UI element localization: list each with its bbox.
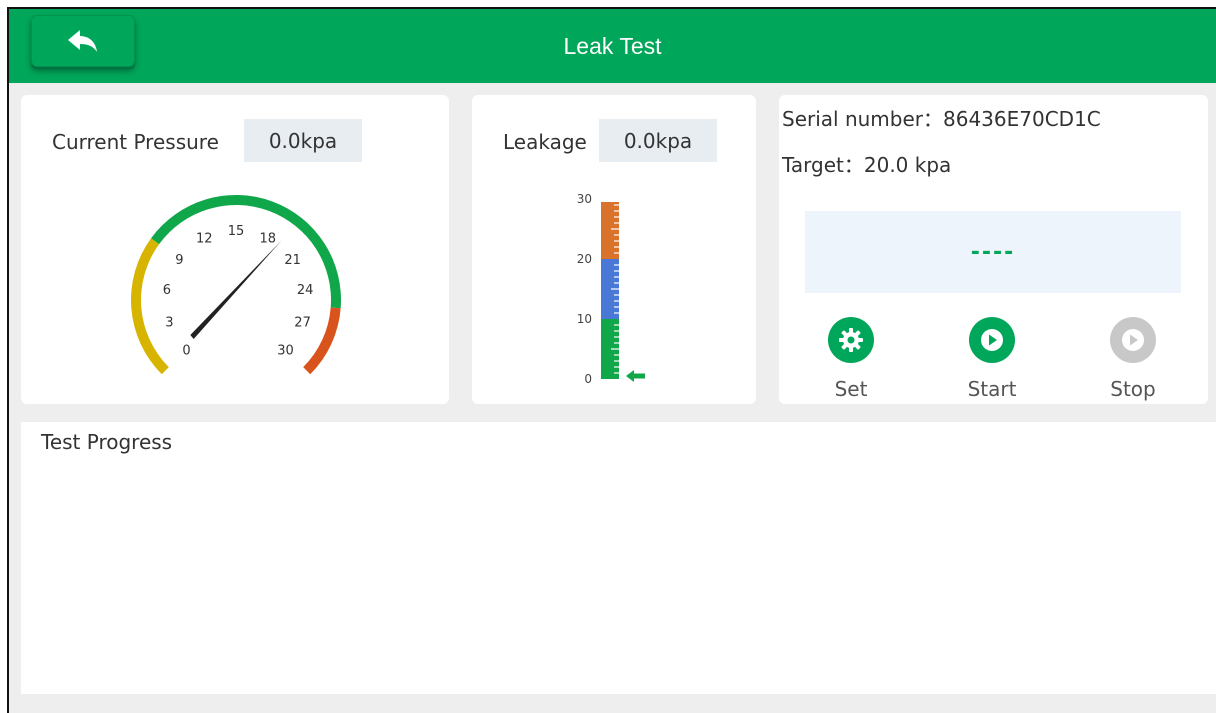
gauge-tick (295, 359, 304, 368)
gauge-tick-label: 9 (175, 253, 183, 268)
gauge-tick (180, 223, 184, 228)
gauge-tick (148, 263, 154, 267)
stop-play-icon (1110, 317, 1156, 363)
pressure-card: Current Pressure 0.0kpa 0 3 6 9 12 15 18 21 24 27… (21, 95, 449, 404)
gauge-tick (146, 325, 155, 331)
gauge-tick (151, 256, 157, 260)
gauge-tick (312, 346, 317, 350)
gauge-tick (148, 333, 154, 337)
gauge-tick (315, 256, 321, 260)
gauge-tick (146, 270, 151, 273)
gauge-tick (317, 325, 326, 331)
gauge-tick-label: 3 (165, 316, 173, 331)
gauge-tick (303, 238, 308, 243)
leak-level-arrow-icon (626, 370, 645, 382)
gauge-tick (144, 320, 149, 323)
stop-button[interactable]: Stop (1093, 317, 1173, 401)
gauge-tick (273, 215, 281, 225)
gauge-tick (191, 215, 199, 225)
gauge-tick (155, 250, 160, 254)
set-button[interactable]: Set (811, 317, 891, 401)
gauge-tick-label: 27 (294, 316, 311, 331)
gauge-tick (323, 277, 328, 280)
gauge-tick (320, 283, 330, 289)
target-pressure: Target：20.0 kpa (782, 153, 952, 177)
gauge-tick-label: 6 (163, 283, 171, 298)
gauge-tick (263, 210, 266, 215)
gauge-tick (151, 340, 157, 344)
gauge-tick (249, 207, 252, 212)
start-label: Start (967, 377, 1017, 401)
page-title: Leak Test (563, 33, 662, 59)
leak-scale-label: 30 (577, 192, 592, 206)
gauge-tick (323, 320, 328, 323)
result-display: ---- (805, 211, 1181, 293)
gauge-tick (142, 283, 152, 289)
gauge-tick (312, 250, 317, 254)
gauge-tick-label: 24 (297, 283, 314, 298)
gauge-tick (164, 357, 169, 362)
gauge-tick (315, 340, 321, 344)
gauge-tick (220, 207, 223, 212)
gauge-tick (155, 346, 160, 350)
leakage-bar: 0 10 20 30 (577, 192, 645, 386)
test-info-card: Serial number：86436E70CD1C Target：20.0 k… (779, 95, 1208, 404)
gauge-tick (168, 232, 173, 237)
gauge-tick (303, 357, 308, 362)
app-frame: Leak Test Current Pressure 0.0kpa 0 3 6 9 12… (7, 7, 1216, 713)
test-progress-title: Test Progress (41, 430, 173, 454)
gauge-tick (144, 277, 149, 280)
gauge-tick (143, 313, 148, 316)
play-icon (969, 317, 1015, 363)
pressure-gauge: 03 69 12 15 18 21 24 2730 (131, 194, 342, 375)
test-progress-panel: Test Progress (21, 422, 1216, 694)
gauge-tick (213, 208, 216, 213)
start-button[interactable]: Start (952, 317, 1032, 401)
gauge-tick (199, 212, 203, 218)
stop-label: Stop (1110, 377, 1156, 401)
gauge-tick (164, 238, 169, 243)
gauge-tick (304, 243, 313, 251)
leakage-card: Leakage 0.0kpa 0 10 20 30 (472, 95, 756, 404)
gauge-tick (159, 352, 164, 356)
gauge-tick (318, 333, 324, 337)
gauge-tick-label: 15 (228, 224, 245, 239)
gauge-tick (299, 232, 304, 237)
set-label: Set (834, 377, 868, 401)
gauge-tick (282, 219, 286, 224)
app-header: Leak Test (9, 9, 1216, 83)
bottom-strip (9, 694, 1216, 713)
gauge-tick-label: 0 (182, 343, 190, 358)
gauge-tick (288, 223, 292, 228)
gauge-tick (256, 208, 259, 213)
gauge-tick (293, 228, 298, 233)
gauge-tick (269, 212, 273, 218)
gauge-tick (186, 219, 190, 224)
gauge-needle (190, 240, 282, 339)
gauge-tick (318, 263, 324, 267)
gauge-tick (321, 270, 326, 273)
leak-scale-label: 20 (577, 252, 592, 266)
gauge-tick-label: 12 (196, 232, 213, 247)
serial-number: Serial number：86436E70CD1C (782, 107, 1101, 131)
gauge-tick-label: 21 (284, 253, 301, 268)
leak-scale-label: 10 (577, 312, 592, 326)
gear-icon (828, 317, 874, 363)
gauge-tick (174, 228, 179, 233)
gauge-tick (159, 243, 168, 251)
gauge-tick-label: 30 (277, 343, 294, 358)
leak-scale-label: 0 (584, 372, 592, 386)
gauge-tick-label: 18 (260, 232, 277, 247)
gauge-tick (308, 352, 313, 356)
gauge-tick (206, 210, 209, 215)
gauge-tick (324, 313, 329, 316)
gauge-tick (168, 359, 177, 368)
